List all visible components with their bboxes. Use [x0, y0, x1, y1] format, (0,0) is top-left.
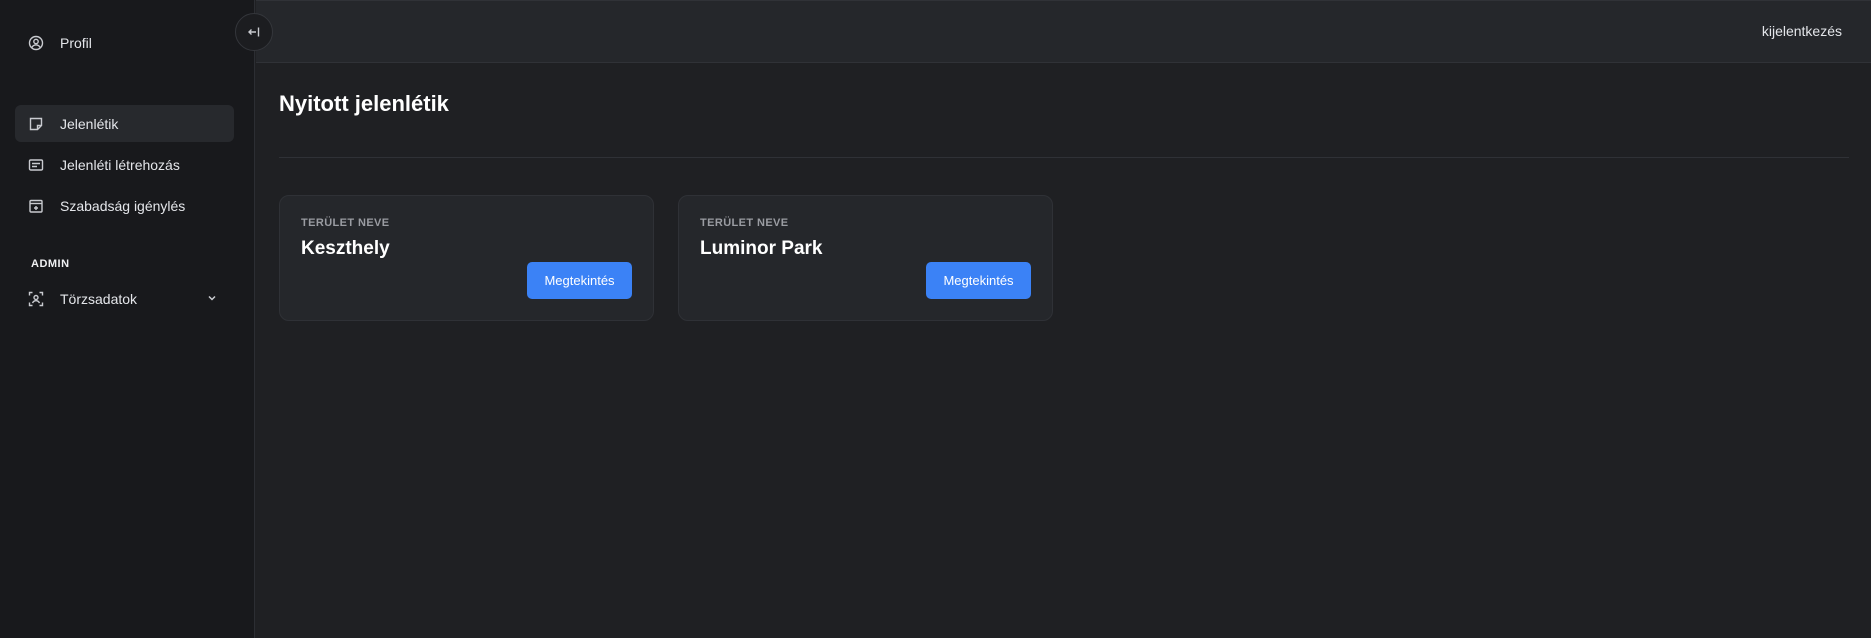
card-area-name: Keszthely — [301, 238, 390, 259]
section-label-admin: ADMIN — [31, 258, 70, 270]
divider — [279, 157, 1849, 158]
sticky-note-icon — [28, 116, 44, 132]
user-circle-icon — [28, 35, 44, 51]
chevron-down-icon[interactable] — [206, 292, 218, 304]
area-card: TERÜLET NEVE Luminor Park Megtekintés — [678, 195, 1053, 321]
view-button[interactable]: Megtekintés — [926, 262, 1031, 299]
sidebar-item-label: Törzsadatok — [60, 290, 138, 307]
id-card-icon — [28, 157, 44, 173]
area-card: TERÜLET NEVE Keszthely Megtekintés — [279, 195, 654, 321]
sidebar-item-szabadsag-igenyles[interactable]: Szabadság igénylés — [15, 187, 234, 224]
app-root: Profil Jelenlétik Jelenléti létrehozás S… — [0, 0, 1871, 638]
sidebar-item-jelenleti-letrehozas[interactable]: Jelenléti létrehozás — [15, 146, 234, 183]
sidebar-item-label: Profil — [60, 34, 92, 51]
collapse-sidebar-button[interactable] — [235, 13, 273, 51]
topbar: kijelentkezés — [256, 0, 1871, 63]
logout-link[interactable]: kijelentkezés — [1762, 23, 1842, 39]
sidebar-item-label: Jelenléti létrehozás — [60, 156, 180, 173]
calendar-plus-icon — [28, 198, 44, 214]
sidebar-item-torzsadatok[interactable]: Törzsadatok — [15, 280, 234, 317]
view-button[interactable]: Megtekintés — [527, 262, 632, 299]
sidebar: Profil Jelenlétik Jelenléti létrehozás S… — [0, 0, 255, 638]
card-label: TERÜLET NEVE — [700, 217, 789, 229]
collapse-arrow-icon — [248, 27, 260, 37]
sidebar-item-jelenletik[interactable]: Jelenlétik — [15, 105, 234, 142]
page-title: Nyitott jelenlétik — [279, 91, 449, 116]
sidebar-item-profile[interactable]: Profil — [15, 24, 234, 61]
sidebar-item-label: Jelenlétik — [60, 115, 119, 132]
user-scan-icon — [28, 291, 44, 307]
sidebar-item-label: Szabadság igénylés — [60, 197, 186, 214]
card-label: TERÜLET NEVE — [301, 217, 390, 229]
card-area-name: Luminor Park — [700, 238, 823, 259]
